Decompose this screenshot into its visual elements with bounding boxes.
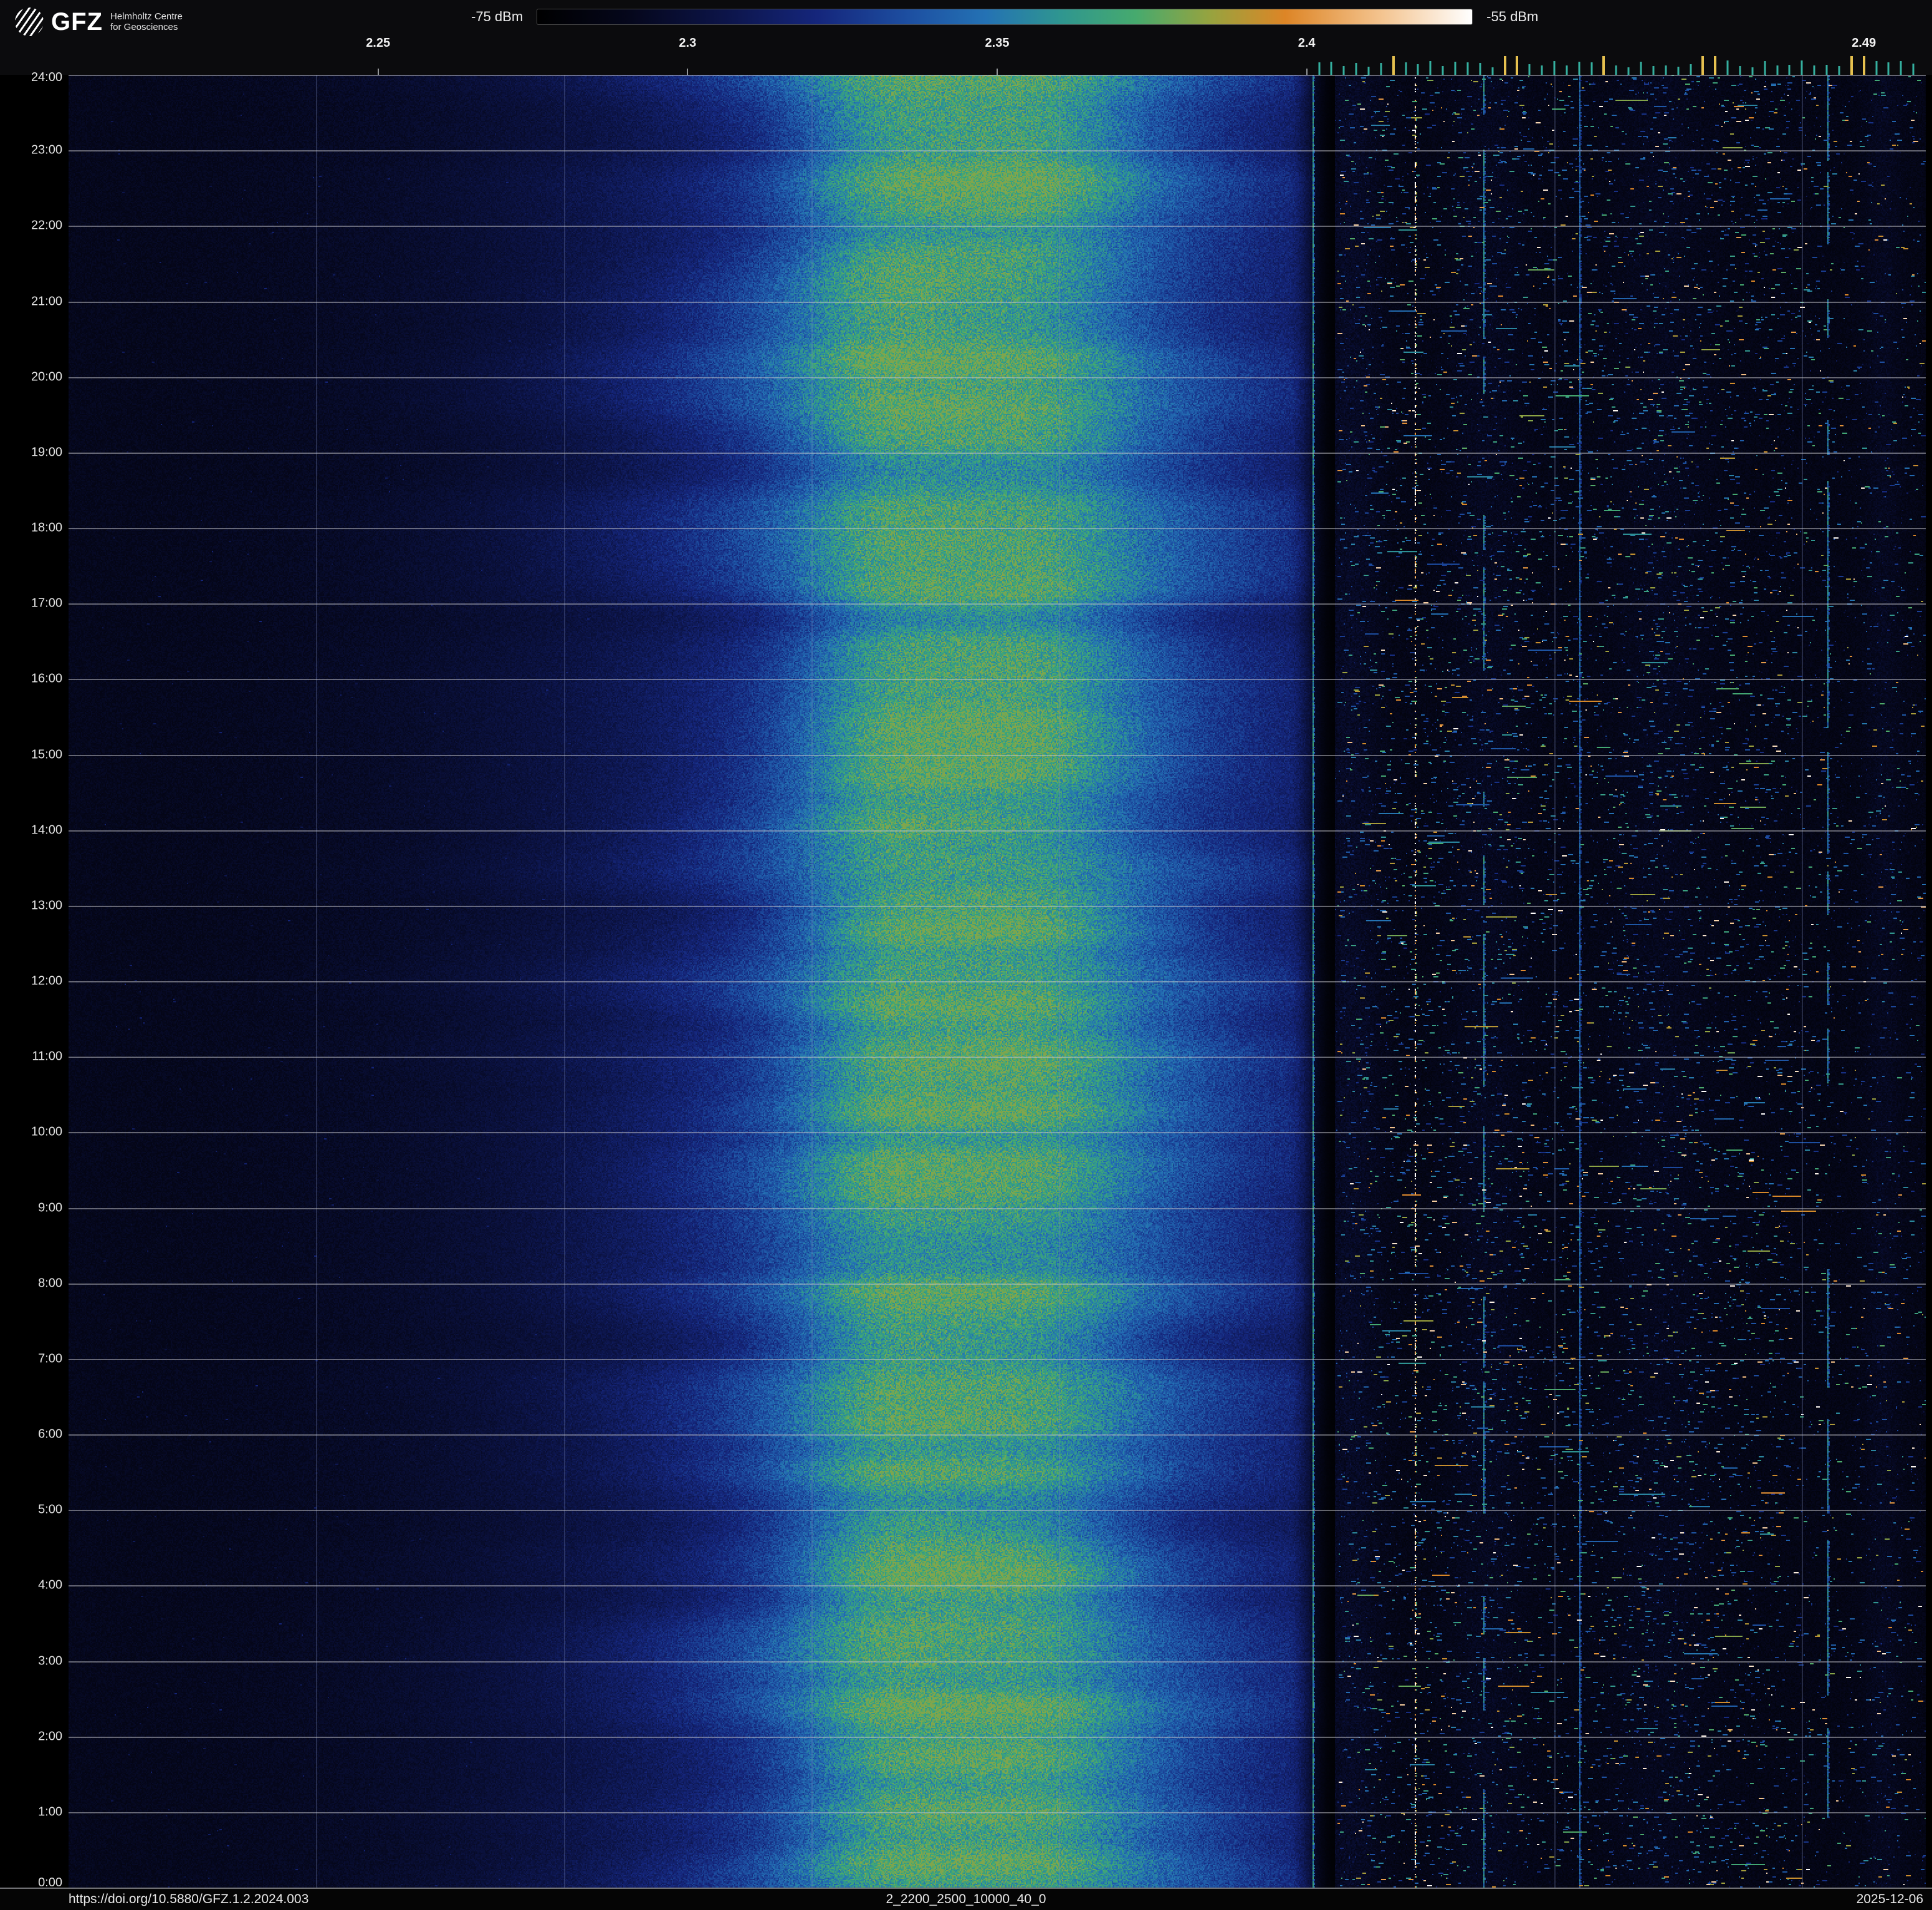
spectrum-marker-tick xyxy=(1466,62,1469,75)
spectrum-marker-tick xyxy=(1850,56,1853,75)
ism-channel-marker-ticks xyxy=(69,54,1926,75)
spectrum-marker-tick xyxy=(1640,62,1642,75)
spectrum-marker-tick xyxy=(1442,66,1444,75)
spectrum-marker-tick xyxy=(1578,62,1581,75)
spectrum-marker-tick xyxy=(1491,67,1494,75)
spectrum-marker-tick xyxy=(1528,64,1531,75)
freq-axis-label: 2.4 xyxy=(1298,36,1316,50)
spectrum-marker-tick xyxy=(1900,61,1902,75)
time-axis-label: 3:00 xyxy=(38,1654,62,1668)
spectrum-marker-tick xyxy=(1429,61,1432,75)
brand-subtitle-line2: for Geosciences xyxy=(110,22,178,32)
spectrum-marker-tick xyxy=(1701,56,1705,75)
freq-axis-label: 2.49 xyxy=(1852,36,1877,50)
spectrogram-plot xyxy=(69,75,1926,1888)
time-axis-label: 21:00 xyxy=(31,294,62,308)
doi-link[interactable]: https://doi.org/10.5880/GFZ.1.2.2024.003 xyxy=(69,1892,308,1907)
spectrum-marker-tick xyxy=(1825,65,1828,75)
spectrum-marker-tick xyxy=(1615,65,1617,75)
spectrum-marker-tick xyxy=(1665,65,1667,75)
spectrum-marker-tick xyxy=(1652,66,1655,75)
spectrum-marker-tick xyxy=(1714,56,1717,75)
spectrogram-canvas xyxy=(69,75,1926,1888)
dataset-id: 2_2200_2500_10000_40_0 xyxy=(886,1892,1046,1906)
spectrum-marker-tick xyxy=(1380,63,1382,75)
spectrum-marker-tick xyxy=(1392,56,1395,75)
spectrum-marker-tick xyxy=(1912,64,1915,75)
freq-axis-label: 2.35 xyxy=(985,36,1010,50)
spectrum-marker-tick xyxy=(1690,64,1692,75)
spectrum-marker-tick xyxy=(1417,64,1419,75)
time-axis-label: 17:00 xyxy=(31,596,62,610)
spectrum-marker-tick xyxy=(1788,65,1791,75)
brand-name: GFZ xyxy=(51,8,103,36)
freq-axis-label: 2.3 xyxy=(679,36,697,50)
colorbar-max-label: -55 dBm xyxy=(1486,9,1539,24)
spectrum-marker-tick xyxy=(1541,65,1543,75)
spectrum-marker-tick xyxy=(1862,56,1865,75)
spectrum-marker-tick xyxy=(1342,66,1345,75)
brand-subtitle: Helmholtz Centre for Geosciences xyxy=(110,11,183,32)
footer-bar: https://doi.org/10.5880/GFZ.1.2.2024.003… xyxy=(0,1888,1932,1910)
time-axis-label: 20:00 xyxy=(31,370,62,384)
date-label: 2025-12-06 xyxy=(1856,1892,1923,1906)
brand-subtitle-line1: Helmholtz Centre xyxy=(110,11,183,22)
spectrum-marker-tick xyxy=(1800,60,1803,75)
spectrum-marker-tick xyxy=(1726,60,1729,75)
gfz-logo: GFZ Helmholtz Centre for Geosciences xyxy=(15,7,183,36)
colorbar-min-label: -75 dBm xyxy=(471,9,524,24)
time-axis-label: 2:00 xyxy=(38,1729,62,1744)
spectrum-marker-tick xyxy=(1838,66,1840,75)
spectrum-marker-tick xyxy=(1318,62,1321,75)
spectrum-marker-tick xyxy=(1405,62,1407,75)
header-bar: GFZ Helmholtz Centre for Geosciences -75… xyxy=(0,0,1932,75)
spectrum-marker-tick xyxy=(1887,62,1890,75)
time-axis-label: 10:00 xyxy=(31,1125,62,1139)
time-axis-label: 19:00 xyxy=(31,445,62,459)
time-axis-label: 12:00 xyxy=(31,974,62,988)
time-axis-label: 16:00 xyxy=(31,671,62,686)
spectrum-marker-tick xyxy=(1553,61,1556,75)
time-axis: 24:00 23:00 22:00 21:00 20:00 19:00 18:00 17:00… xyxy=(0,70,69,1889)
time-axis-label: 1:00 xyxy=(38,1805,62,1819)
time-axis-label: 22:00 xyxy=(31,218,62,233)
spectrum-marker-tick xyxy=(1479,63,1481,75)
time-axis-label: 13:00 xyxy=(31,898,62,913)
spectrum-marker-tick xyxy=(1590,62,1593,75)
spectrum-marker-tick xyxy=(1813,65,1815,75)
time-axis-label: 6:00 xyxy=(38,1427,62,1441)
spectrum-marker-tick xyxy=(1677,67,1680,75)
time-axis-label: 23:00 xyxy=(31,143,62,157)
spectrum-marker-tick xyxy=(1751,67,1754,75)
time-axis-label: 11:00 xyxy=(32,1049,62,1063)
time-axis-label: 14:00 xyxy=(31,823,62,837)
spectrum-marker-tick xyxy=(1602,56,1605,75)
time-axis-label: 8:00 xyxy=(38,1276,62,1290)
spectrum-marker-tick xyxy=(1454,62,1456,75)
colorbar-gradient xyxy=(537,9,1473,25)
spectrum-marker-tick xyxy=(1367,67,1370,75)
spectrum-marker-tick xyxy=(1516,56,1519,75)
frequency-axis: 2.25 2.3 2.35 2.4 2.49 xyxy=(69,36,1926,52)
time-axis-label: 9:00 xyxy=(38,1201,62,1214)
spectrum-marker-tick xyxy=(1776,65,1779,75)
spectrum-marker-tick xyxy=(1566,65,1568,75)
spectrum-marker-tick xyxy=(1764,61,1766,75)
spectrum-marker-tick xyxy=(1330,62,1332,75)
spectrum-marker-tick xyxy=(1355,63,1357,75)
spectrum-marker-tick xyxy=(1503,56,1506,75)
gfz-logo-icon xyxy=(15,7,44,36)
time-axis-label: 7:00 xyxy=(38,1351,62,1366)
spectrum-marker-tick xyxy=(1875,61,1878,75)
spectrum-marker-tick xyxy=(1739,66,1741,75)
time-axis-label: 4:00 xyxy=(38,1578,62,1592)
colorbar-group: -75 dBm -55 dBm xyxy=(471,9,1538,25)
time-axis-label: 18:00 xyxy=(31,521,62,535)
time-axis-label: 24:00 xyxy=(31,70,62,85)
freq-axis-label: 2.25 xyxy=(366,36,391,50)
time-axis-label: 5:00 xyxy=(38,1502,62,1517)
spectrum-marker-tick xyxy=(1627,67,1630,75)
time-axis-label: 15:00 xyxy=(31,747,62,761)
